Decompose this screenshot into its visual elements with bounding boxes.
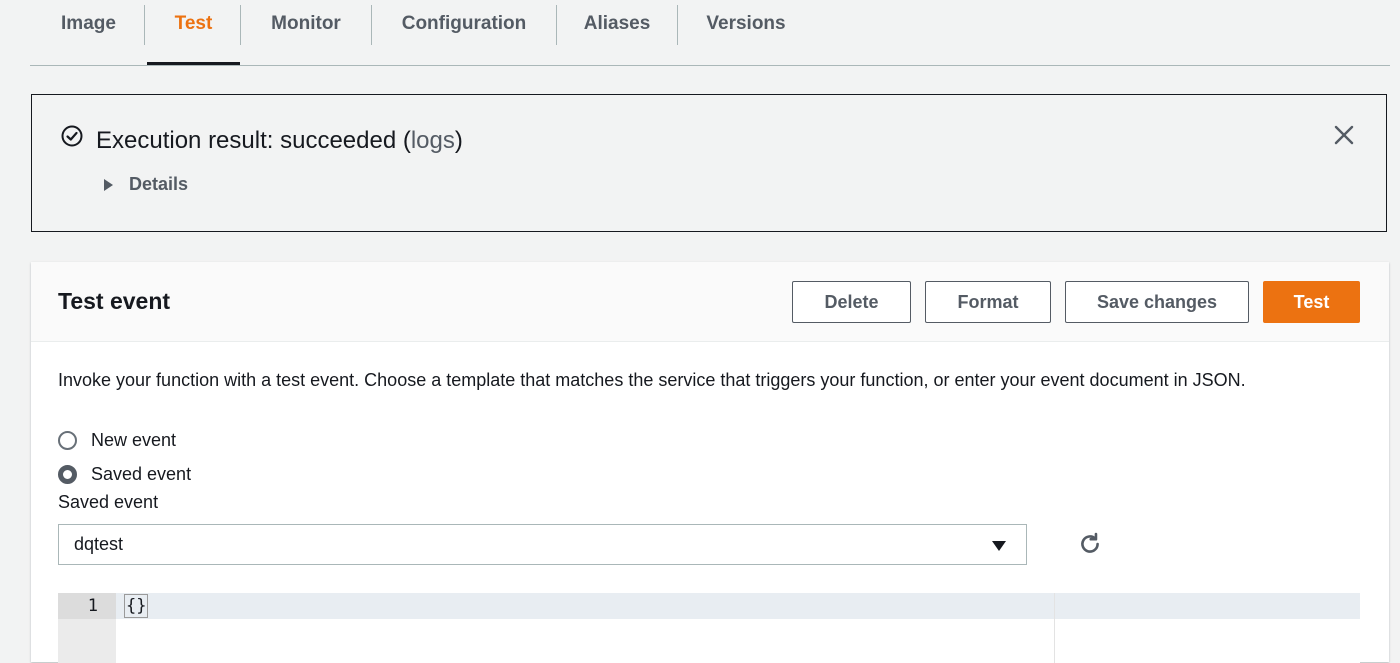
radio-button[interactable] bbox=[58, 431, 77, 450]
execution-result-alert: Execution result: succeeded (logs) Detai… bbox=[31, 94, 1387, 232]
alert-title-suffix: ) bbox=[454, 127, 463, 154]
saved-event-value: dqtest bbox=[74, 534, 124, 554]
radio-label: New event bbox=[91, 430, 177, 450]
test-button[interactable]: Test bbox=[1263, 281, 1360, 323]
code-line[interactable]: {} bbox=[124, 594, 149, 618]
refresh-icon[interactable] bbox=[1077, 531, 1103, 557]
print-margin bbox=[1054, 593, 1055, 663]
details-label: Details bbox=[129, 174, 189, 194]
details-expander[interactable]: Details bbox=[104, 174, 188, 195]
tab-monitor[interactable]: Monitor bbox=[241, 0, 371, 48]
tab-bar: Image Test Monitor Configuration Aliases… bbox=[30, 0, 1390, 66]
save-changes-button[interactable]: Save changes bbox=[1065, 281, 1249, 323]
radio-new-event[interactable]: New event bbox=[58, 430, 176, 451]
test-event-panel: Test event Delete Format Save changes Te… bbox=[31, 262, 1389, 663]
tab-aliases[interactable]: Aliases bbox=[557, 0, 677, 48]
saved-event-select[interactable]: dqtest bbox=[58, 524, 1027, 565]
active-tab-indicator bbox=[147, 62, 240, 65]
caret-down-icon bbox=[992, 541, 1006, 551]
panel-header: Test event Delete Format Save changes Te… bbox=[31, 262, 1389, 342]
tab-image[interactable]: Image bbox=[30, 0, 147, 48]
radio-button-checked[interactable] bbox=[58, 465, 77, 484]
check-circle-icon bbox=[61, 125, 83, 147]
tab-versions[interactable]: Versions bbox=[678, 0, 814, 48]
code-editor[interactable]: 1 {} bbox=[58, 593, 1360, 663]
alert-title-prefix: Execution result: succeeded ( bbox=[96, 127, 411, 154]
radio-saved-event[interactable]: Saved event bbox=[58, 464, 191, 485]
logs-link[interactable]: logs bbox=[411, 127, 455, 154]
line-number: 1 bbox=[87, 596, 98, 616]
delete-button[interactable]: Delete bbox=[792, 281, 911, 323]
tab-separator bbox=[144, 5, 145, 45]
panel-description: Invoke your function with a test event. … bbox=[58, 370, 1246, 390]
format-button[interactable]: Format bbox=[925, 281, 1051, 323]
tab-configuration[interactable]: Configuration bbox=[372, 0, 556, 48]
panel-title: Test event bbox=[58, 288, 171, 314]
caret-right-icon bbox=[104, 178, 113, 191]
tab-test[interactable]: Test bbox=[147, 0, 240, 48]
alert-title: Execution result: succeeded (logs) bbox=[96, 127, 463, 155]
close-icon[interactable] bbox=[1332, 123, 1356, 147]
saved-event-label: Saved event bbox=[58, 492, 159, 512]
radio-label: Saved event bbox=[91, 464, 192, 484]
active-line-highlight bbox=[116, 593, 1360, 619]
